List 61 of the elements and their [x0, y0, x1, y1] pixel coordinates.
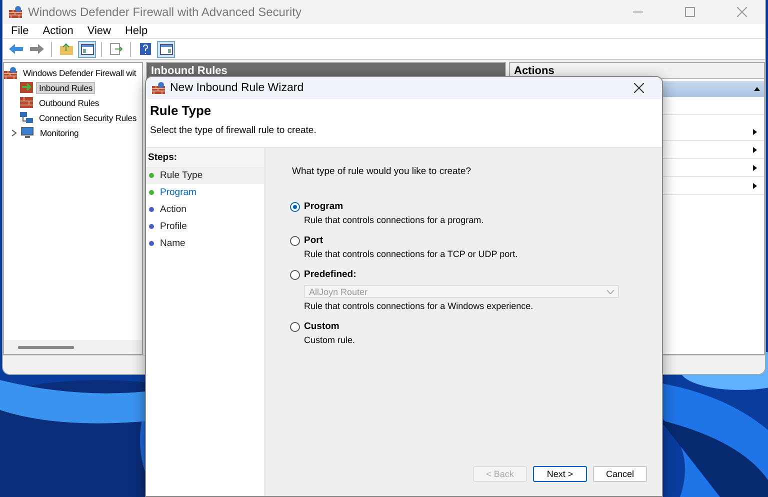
up-folder-button[interactable] [57, 40, 75, 58]
wizard-step[interactable]: Profile [146, 218, 264, 235]
step-label: Profile [160, 221, 187, 232]
page-description: Select the type of firewall rule to create. [150, 125, 318, 136]
wizard-step[interactable]: Action [146, 201, 264, 218]
firewall-icon [4, 66, 17, 78]
inbound-rules-icon [20, 82, 33, 93]
page-heading: Rule Type [150, 103, 212, 118]
option-label[interactable]: Predefined: [304, 269, 356, 280]
step-link[interactable]: Program [160, 187, 196, 198]
radio-button[interactable] [290, 270, 300, 280]
menu-item[interactable]: View [87, 25, 111, 37]
expand-caret-icon[interactable] [10, 128, 18, 136]
export-button[interactable] [107, 40, 125, 58]
option-description: Rule that controls connections for a Windows experience. [304, 301, 534, 311]
maximize-icon [685, 7, 695, 17]
show-tree-button[interactable] [78, 40, 96, 58]
tree-item[interactable]: Windows Defender Firewall wit [20, 66, 140, 78]
steps-heading: Steps: [146, 148, 264, 167]
wizard-step[interactable]: Program [146, 184, 264, 201]
wizard-icon [152, 82, 165, 94]
option-description: Rule that controls connections for a TCP or UDP port. [304, 249, 519, 259]
step-label: Name [160, 238, 186, 249]
wizard-step[interactable]: Rule Type [146, 167, 264, 184]
dropdown-caret-icon [607, 290, 614, 294]
submenu-arrow-icon[interactable] [752, 164, 758, 170]
dialog-button[interactable]: Cancel [593, 466, 647, 482]
close-icon [634, 83, 644, 93]
dialog-button[interactable]: Next > [533, 466, 587, 482]
app-icon [9, 6, 22, 18]
radio-button[interactable] [290, 322, 300, 332]
horizontal-scrollbar[interactable] [18, 346, 74, 348]
option-label[interactable]: Program [304, 201, 344, 212]
close-icon [737, 7, 747, 17]
window-title: Windows Defender Firewall with Advanced Security [28, 5, 302, 19]
tree-item[interactable]: Inbound Rules [36, 82, 96, 94]
menu-item[interactable]: File [11, 25, 29, 37]
tree-item[interactable]: Connection Security Rules [36, 112, 140, 124]
show-action-pane-button[interactable] [157, 40, 175, 58]
menu-item[interactable]: Action [42, 25, 74, 37]
radio-button[interactable] [290, 236, 300, 246]
question-text: What type of rule would you like to create? [292, 166, 472, 177]
tree-item[interactable]: Monitoring [37, 126, 82, 138]
tree-item[interactable]: Outbound Rules [36, 96, 102, 108]
dialog-title: New Inbound Rule Wizard [170, 82, 305, 94]
step-label: Rule Type [160, 170, 203, 181]
radio-button[interactable] [290, 202, 300, 212]
step-label: Action [160, 204, 186, 215]
option-label[interactable]: Custom [304, 321, 340, 332]
submenu-arrow-icon[interactable] [752, 128, 758, 134]
submenu-arrow-icon[interactable] [752, 182, 758, 188]
submenu-arrow-icon[interactable] [752, 146, 758, 152]
computers-icon [20, 112, 33, 124]
option-label[interactable]: Port [304, 235, 323, 246]
wizard-step[interactable]: Name [146, 235, 264, 252]
outbound-rules-icon [20, 97, 33, 108]
menu-item[interactable]: Help [124, 25, 148, 37]
option-description: Custom rule. [304, 335, 356, 345]
monitor-icon [21, 126, 34, 138]
collapse-arrow-icon[interactable] [754, 86, 760, 92]
option-description: Rule that controls connections for a program. [304, 215, 485, 225]
